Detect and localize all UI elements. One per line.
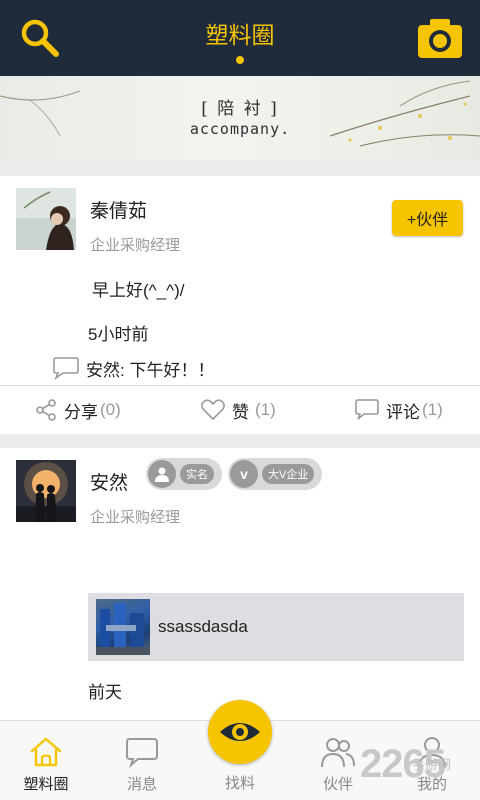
vip-icon: v bbox=[230, 460, 258, 488]
comment-preview[interactable]: 安然: 下午好！！ bbox=[52, 354, 214, 382]
post-time: 前天 bbox=[88, 683, 122, 702]
comment-count: (1) bbox=[422, 400, 443, 419]
comment-label: 评论 bbox=[386, 402, 420, 422]
nav-label: 消息 bbox=[126, 776, 157, 793]
comment-button[interactable]: 评论 (1) bbox=[354, 386, 443, 434]
nav-label-find: 找料 bbox=[224, 775, 255, 792]
eye-icon bbox=[220, 723, 260, 741]
user-role: 企业采购经理 bbox=[90, 237, 181, 254]
like-label: 赞 bbox=[232, 402, 249, 422]
share-icon bbox=[36, 399, 56, 421]
add-partner-button[interactable]: +伙伴 bbox=[392, 200, 463, 236]
avatar[interactable] bbox=[16, 460, 76, 522]
banner-title-cn: [ 陪 衬 ] bbox=[201, 99, 279, 119]
banner-image[interactable]: [ 陪 衬 ] accompany. bbox=[0, 76, 480, 160]
badge-realname-label: 实名 bbox=[180, 464, 214, 484]
shared-text: ssassdasda bbox=[158, 617, 248, 636]
nav-item-messages[interactable]: 消息 bbox=[102, 721, 182, 800]
user-name[interactable]: 安然 bbox=[90, 468, 128, 495]
comment-icon bbox=[355, 399, 379, 420]
share-count: (0) bbox=[100, 400, 121, 419]
shared-content[interactable]: ssassdasda bbox=[88, 593, 464, 661]
avatar[interactable] bbox=[16, 188, 76, 250]
badge-realname: 实名 bbox=[146, 458, 222, 490]
banner-title-en: accompany. bbox=[189, 120, 291, 138]
heart-icon bbox=[201, 399, 225, 421]
post-text: 早上好(^_^)/ bbox=[92, 281, 185, 300]
page-title: 塑料圈 bbox=[205, 22, 275, 48]
post-time: 5小时前 bbox=[88, 325, 149, 344]
post-card: 秦倩茹 企业采购经理 +伙伴 早上好(^_^)/ 5小时前 安然: 下午好！！ … bbox=[0, 176, 480, 434]
user-icon bbox=[148, 460, 176, 488]
title-indicator-dot bbox=[236, 56, 244, 64]
like-button[interactable]: 赞 (1) bbox=[200, 386, 276, 434]
share-label: 分享 bbox=[64, 402, 98, 422]
user-role: 企业采购经理 bbox=[90, 509, 181, 526]
top-bar: 塑料圈 bbox=[0, 0, 480, 76]
nav-item-plastic-circle[interactable]: 塑料圈 bbox=[6, 721, 86, 800]
watermark-text: 手游网 bbox=[412, 757, 452, 772]
nav-label: 塑料圈 bbox=[23, 776, 69, 793]
badge-vip-label: 大V企业 bbox=[262, 464, 315, 484]
partners-icon bbox=[321, 738, 355, 768]
badge-vip-enterprise: v 大V企业 bbox=[228, 458, 323, 490]
camera-icon bbox=[418, 19, 462, 58]
camera-button[interactable] bbox=[416, 18, 464, 60]
comment-bubble-icon bbox=[53, 357, 79, 380]
message-icon bbox=[126, 738, 158, 769]
watermark-logo: 2265 手游网 bbox=[360, 742, 480, 796]
share-button[interactable]: 分享 (0) bbox=[34, 386, 121, 434]
user-name[interactable]: 秦倩茹 bbox=[90, 196, 147, 223]
post-actions: 分享 (0) 赞 (1) 评论 (1) bbox=[0, 386, 480, 434]
comment-text: 安然: 下午好！！ bbox=[86, 360, 215, 380]
shared-thumbnail bbox=[96, 599, 150, 655]
find-material-button[interactable] bbox=[208, 700, 272, 764]
home-icon bbox=[30, 737, 62, 767]
post-card: 安然 实名 v 大V企业 企业采购经理 ssassdasda 前天 bbox=[0, 448, 480, 720]
like-count: (1) bbox=[255, 400, 276, 419]
